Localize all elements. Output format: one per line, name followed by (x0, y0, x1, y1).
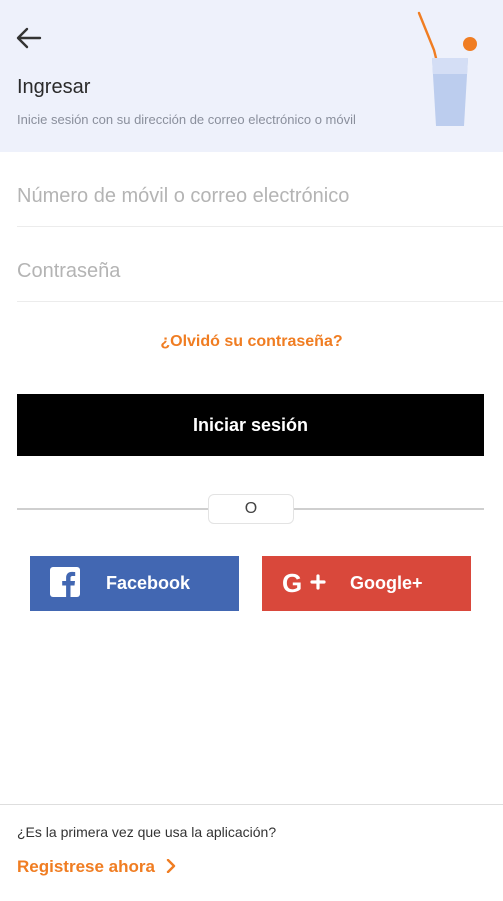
facebook-login-button[interactable]: Facebook (30, 556, 239, 611)
facebook-icon (50, 567, 80, 602)
divider-line-right (292, 508, 484, 510)
page-subtitle: Inicie sesión con su dirección de correo… (17, 112, 356, 127)
login-button[interactable]: Iniciar sesión (17, 394, 484, 456)
svg-text:G: G (282, 569, 302, 597)
facebook-label: Facebook (106, 573, 191, 593)
register-label: Registrese ahora (17, 857, 155, 876)
back-arrow-icon[interactable] (14, 24, 44, 52)
forgot-password-link[interactable]: ¿Olvidó su contraseña? (0, 333, 503, 351)
footer: ¿Es la primera vez que usa la aplicación… (0, 804, 503, 901)
or-divider-label: O (208, 494, 294, 524)
divider-line-left (17, 508, 208, 510)
footer-question: ¿Es la primera vez que usa la aplicación… (17, 824, 277, 840)
google-login-button[interactable]: G Google+ (262, 556, 471, 611)
user-input[interactable] (17, 166, 503, 227)
page-title: Ingresar (17, 76, 91, 98)
chevron-right-icon (166, 858, 175, 874)
google-label: Google+ (350, 573, 423, 593)
drink-glass-icon (412, 8, 492, 132)
password-input[interactable] (17, 241, 503, 302)
register-link[interactable]: Registrese ahora (17, 857, 177, 877)
page-header: Ingresar Inicie sesión con su dirección … (0, 0, 503, 152)
google-plus-icon: G (282, 568, 326, 602)
